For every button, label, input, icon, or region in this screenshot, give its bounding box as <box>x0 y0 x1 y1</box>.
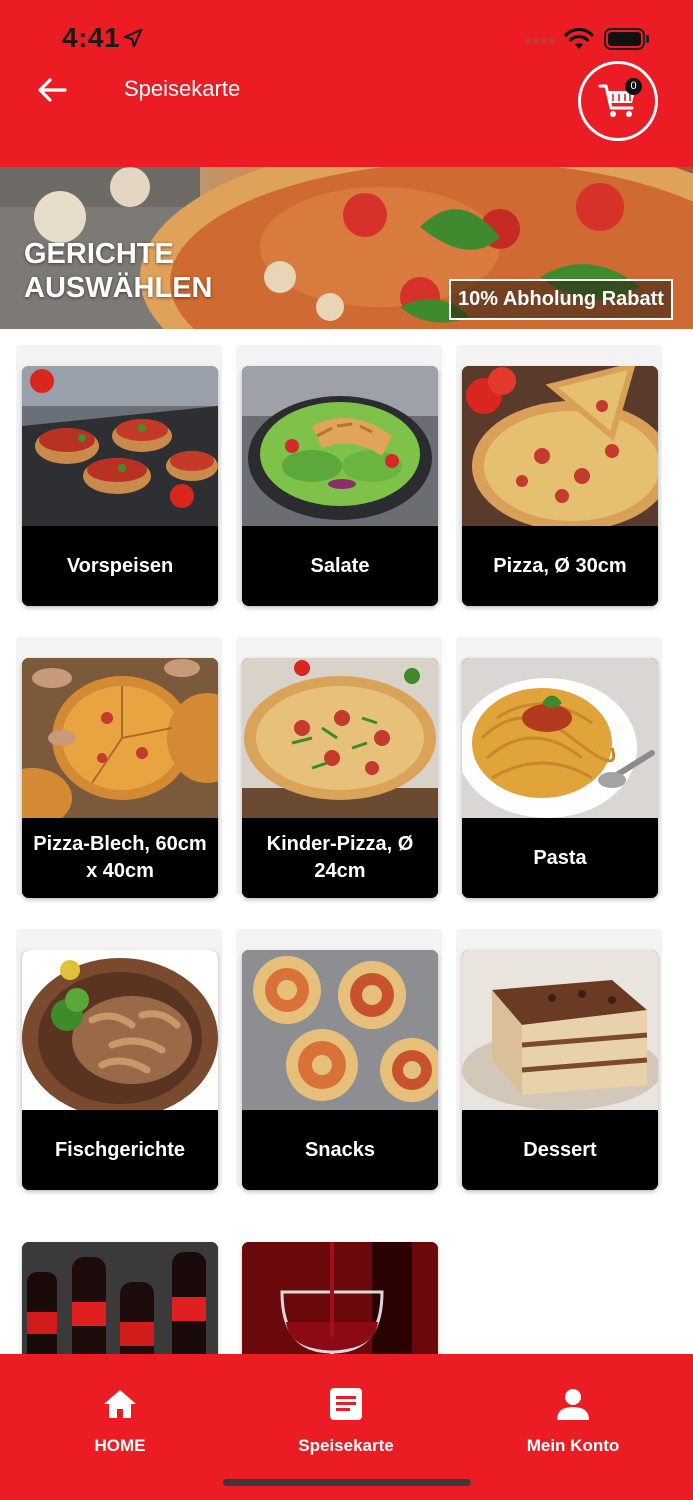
category-tile-salate[interactable]: Salate <box>236 345 442 606</box>
nav-label: Mein Konto <box>526 1436 620 1455</box>
category-card[interactable]: Kinder-Pizza, Ø 24cm <box>242 658 438 898</box>
spaghetti-image <box>462 658 658 818</box>
category-label: Dessert <box>462 1110 658 1190</box>
discount-badge: 10% Abholung Rabatt <box>449 279 673 320</box>
category-label: Snacks <box>242 1110 438 1190</box>
pizza-rolls-image <box>242 950 438 1110</box>
nav-label: Speisekarte <box>298 1436 394 1455</box>
pizza-image <box>462 366 658 526</box>
category-card[interactable]: Pizza, Ø 30cm <box>462 366 658 606</box>
promo-banner: GERICHTE AUSWÄHLEN 10% Abholung Rabatt <box>0 167 693 329</box>
home-icon <box>100 1384 140 1424</box>
category-card[interactable]: Fischgerichte <box>22 950 218 1190</box>
cart-count-badge: 0 <box>625 78 642 95</box>
location-arrow-icon <box>123 28 143 48</box>
category-card[interactable]: Snacks <box>242 950 438 1190</box>
nav-label: HOME <box>94 1436 146 1455</box>
category-tile-vorspeisen[interactable]: Vorspeisen <box>16 345 222 606</box>
category-label: Pizza, Ø 30cm <box>462 526 658 606</box>
category-tile-pizza[interactable]: Pizza, Ø 30cm <box>456 345 662 606</box>
signal-dots-icon <box>525 38 555 44</box>
category-tile-kinder-pizza[interactable]: Kinder-Pizza, Ø 24cm <box>236 637 442 898</box>
app-header: 4:41 Speisekarte 0 <box>0 0 693 167</box>
category-label: Pasta <box>462 818 658 898</box>
chicken-salad-image <box>242 366 438 526</box>
category-card[interactable]: Pizza-Blech, 60cm x 40cm <box>22 658 218 898</box>
category-card[interactable]: Salate <box>242 366 438 606</box>
banner-title: GERICHTE AUSWÄHLEN <box>24 238 213 304</box>
category-label: Salate <box>242 526 438 606</box>
arrow-left-icon <box>38 78 67 102</box>
nav-speisekarte[interactable]: Speisekarte <box>266 1384 426 1464</box>
category-tile-snacks[interactable]: Snacks <box>236 929 442 1190</box>
category-card[interactable]: Dessert <box>462 950 658 1190</box>
bruschetta-image <box>22 366 218 526</box>
wifi-icon <box>564 27 594 49</box>
page-title: Speisekarte <box>124 76 241 101</box>
category-label: Fischgerichte <box>22 1110 218 1190</box>
category-card[interactable]: Vorspeisen <box>22 366 218 606</box>
menu-list-icon <box>326 1384 366 1424</box>
category-label: Vorspeisen <box>22 526 218 606</box>
battery-icon <box>604 28 649 50</box>
category-tile-dessert[interactable]: Dessert <box>456 929 662 1190</box>
back-button[interactable] <box>32 70 72 110</box>
category-label: Pizza-Blech, 60cm x 40cm <box>22 818 218 898</box>
nav-home[interactable]: HOME <box>40 1384 200 1464</box>
status-time: 4:41 <box>62 22 121 53</box>
seafood-plate-image <box>22 950 218 1110</box>
cart-button[interactable] <box>578 61 658 141</box>
kids-pizza-image <box>242 658 438 818</box>
tiramisu-image <box>462 950 658 1110</box>
category-label: Kinder-Pizza, Ø 24cm <box>242 818 438 898</box>
category-card[interactable]: Pasta <box>462 658 658 898</box>
sheet-pizza-image <box>22 658 218 818</box>
nav-mein-konto[interactable]: Mein Konto <box>493 1384 653 1464</box>
category-tile-pizza-blech[interactable]: Pizza-Blech, 60cm x 40cm <box>16 637 222 898</box>
category-tile-pasta[interactable]: Pasta <box>456 637 662 898</box>
home-indicator <box>223 1479 471 1486</box>
user-icon <box>553 1384 593 1424</box>
category-tile-fischgerichte[interactable]: Fischgerichte <box>16 929 222 1190</box>
